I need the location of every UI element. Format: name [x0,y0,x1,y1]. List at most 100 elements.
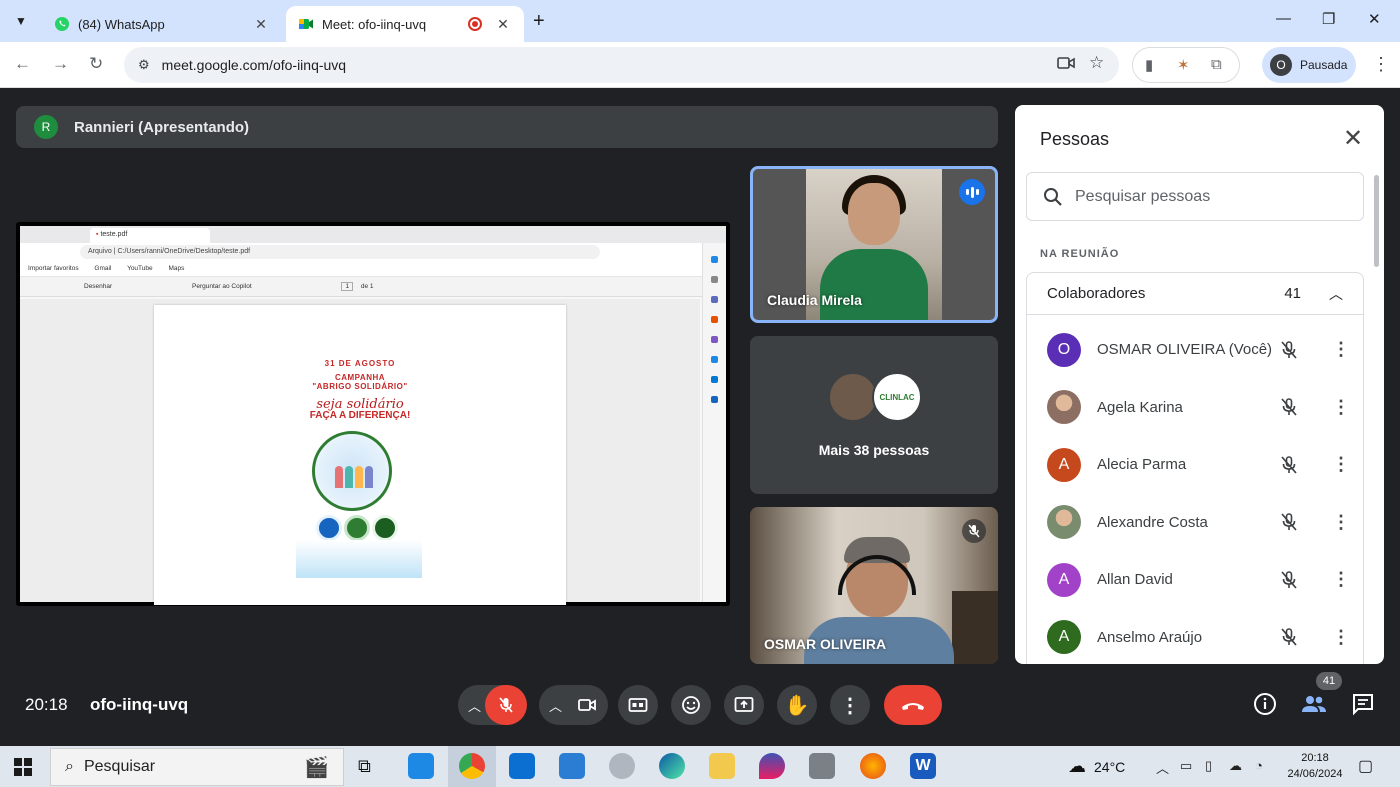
avatar: O [1047,332,1081,367]
close-panel-icon[interactable]: ✕ [1343,125,1363,153]
chat-button[interactable] [1351,692,1375,721]
site-info-icon[interactable]: ⚙ [138,57,150,73]
camera-icon [578,699,596,711]
firefox-icon[interactable] [860,753,886,779]
participant-row[interactable]: O OSMAR OLIVEIRA (Você) ⋮ [1027,321,1363,379]
participant-options-icon[interactable]: ⋮ [1331,397,1351,418]
system-clock[interactable]: 20:18 24/06/2024 [1282,750,1348,782]
close-tab-icon[interactable]: ✕ [494,16,512,33]
device-icon[interactable]: ▯ [1205,758,1212,774]
participant-row[interactable]: A Anselmo Araújo ⋮ [1027,609,1363,665]
tab-search-dropdown-icon[interactable]: ▼ [8,8,34,34]
more-vert-icon: ⋮ [840,694,860,717]
partner-logo [344,515,370,541]
more-options-button[interactable]: ⋮ [830,685,870,725]
reactions-button[interactable] [671,685,711,725]
chevron-up-icon[interactable]: ︿ [1329,284,1343,304]
profile-button[interactable]: O Pausada [1262,47,1356,83]
participant-name: Alexandre Costa [1097,513,1208,531]
notifications-icon[interactable]: ▢ [1358,756,1373,776]
participant-options-icon[interactable]: ⋮ [1331,569,1351,590]
raise-hand-button[interactable]: ✋ [777,685,817,725]
tab-title: (84) WhatsApp [78,16,165,32]
browser-menu-icon[interactable]: ⋮ [1372,54,1390,75]
internet-explorer-icon[interactable] [408,753,434,779]
participant-options-icon[interactable]: ⋮ [1331,454,1351,475]
info-icon [1254,693,1276,715]
paint-icon[interactable] [759,753,785,779]
store-icon[interactable] [559,753,585,779]
taskbar-search[interactable]: ⌕ Pesquisar 🎬 [50,748,344,786]
minimize-icon[interactable]: — [1276,10,1291,27]
meeting-details-button[interactable] [1253,692,1277,721]
avatar [1047,390,1081,425]
camera-options-chevron-icon[interactable]: ︿ [549,696,562,715]
tab-meet[interactable]: Meet: ofo-iinq-uvq ✕ [286,6,524,42]
weather-widget[interactable]: ☁ 24°C [1068,756,1125,777]
microphone-button[interactable] [485,685,527,725]
chrome-icon[interactable] [459,753,485,779]
search-people-input[interactable]: Pesquisar pessoas [1026,172,1364,221]
camera-button[interactable] [566,685,608,725]
participants-group: Colaboradores 41 ︿ O OSMAR OLIVEIRA (Você… [1026,272,1364,664]
group-header[interactable]: Colaboradores 41 ︿ [1027,273,1363,315]
avatar: A [1047,620,1081,655]
word-icon[interactable]: W [910,753,936,779]
clock-date: 24/06/2024 [1287,768,1343,780]
forward-icon[interactable]: → [52,54,69,74]
participant-name: Alecia Parma [1097,456,1187,474]
browser-tab-strip: ▼ (84) WhatsApp ✕ Meet: ofo-iinq-uvq ✕ +… [0,0,1400,42]
tab-whatsapp[interactable]: (84) WhatsApp ✕ [42,6,282,42]
participant-row[interactable]: A Alecia Parma ⋮ [1027,436,1363,494]
people-button[interactable] [1301,692,1327,721]
pdf-cta: FAÇA A DIFERENÇA! [309,410,411,421]
camera-permission-icon[interactable] [1057,56,1075,70]
temperature: 24°C [1094,758,1126,775]
puzzle-icon[interactable]: ⧉ [1211,56,1222,73]
shared-address-bar: Arquivo | C:/Users/ranni/OneDrive/Deskto… [20,243,726,261]
scrollbar[interactable] [1374,175,1379,267]
muted-mic-icon [962,519,986,543]
participant-tile[interactable]: OSMAR OLIVEIRA [750,507,998,664]
participant-row[interactable]: A Allan David ⋮ [1027,551,1363,609]
close-tab-icon[interactable]: ✕ [252,16,270,33]
app-icon[interactable] [609,753,635,779]
captions-button[interactable] [618,685,658,725]
maximize-icon[interactable]: ❐ [1322,10,1335,28]
battery-icon[interactable]: ▭ [1180,758,1192,774]
mic-options-chevron-icon[interactable]: ︿ [468,696,481,715]
new-tab-icon[interactable]: + [533,10,545,33]
close-window-icon[interactable]: ✕ [1368,10,1381,28]
participant-options-icon[interactable]: ⋮ [1331,512,1351,533]
participant-row[interactable]: Alexandre Costa ⋮ [1027,494,1363,552]
tray-chevron-icon[interactable]: ︿ [1156,758,1169,777]
extension-pin-icon[interactable]: ✶ [1177,56,1190,74]
fav-item: Importar favoritos [28,265,79,272]
onedrive-icon[interactable]: ☁ [1229,758,1242,774]
search-icon: ⌕ [65,758,74,775]
address-bar[interactable]: ⚙ meet.google.com/ofo-iinq-uvq [124,47,1119,83]
more-participants-tile[interactable]: CLINLAC Mais 38 pessoas [750,336,998,494]
file-explorer-icon[interactable] [709,753,735,779]
shared-screen[interactable]: ▪ teste.pdf Arquivo | C:/Users/ranni/One… [16,222,730,606]
wifi-icon[interactable]: ◔ [1255,758,1263,773]
leave-call-button[interactable] [884,685,942,725]
participant-options-icon[interactable]: ⋮ [1331,627,1351,648]
present-button[interactable] [724,685,764,725]
speaking-indicator-icon [959,179,985,205]
extension-icon[interactable]: ▮ [1145,56,1153,74]
shared-tab: ▪ teste.pdf [90,228,210,243]
edge-icon[interactable] [659,753,685,779]
profile-status: Pausada [1300,58,1348,72]
bookmark-star-icon[interactable]: ☆ [1089,53,1104,73]
participant-row[interactable]: Agela Karina ⋮ [1027,379,1363,437]
app-icon[interactable] [809,753,835,779]
reload-icon[interactable]: ↻ [89,54,103,74]
task-view-icon[interactable]: ⧉ [358,756,384,782]
participant-options-icon[interactable]: ⋮ [1331,339,1351,360]
participant-tile[interactable]: Claudia Mirela [750,166,998,323]
windows-start-icon[interactable] [14,758,32,776]
mail-icon[interactable] [509,753,535,779]
sidebar-app-icon [711,316,718,323]
back-icon[interactable]: ← [14,54,31,74]
